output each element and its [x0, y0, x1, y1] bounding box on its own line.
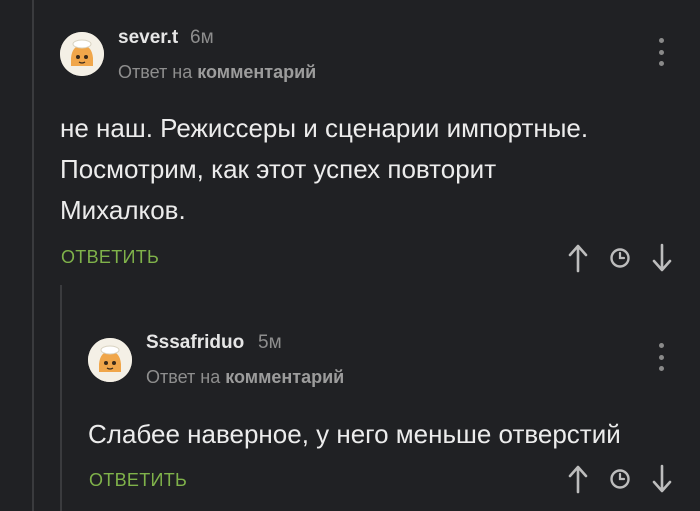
arrow-down-icon[interactable]	[651, 243, 673, 273]
arrow-up-icon[interactable]	[567, 243, 589, 273]
arrow-down-icon[interactable]	[651, 464, 673, 494]
reply-to-info: Ответ на комментарий	[146, 367, 344, 388]
cartoon-avatar-icon	[60, 32, 104, 76]
reply-button[interactable]: ОТВЕТИТЬ	[89, 470, 187, 491]
clock-icon[interactable]	[609, 468, 631, 490]
arrow-up-icon[interactable]	[567, 464, 589, 494]
more-options-icon[interactable]	[657, 38, 665, 66]
reply-to-info: Ответ на комментарий	[118, 62, 316, 83]
thread-line	[32, 0, 34, 511]
timestamp: 5м	[258, 332, 282, 353]
username[interactable]: Sssafriduo	[146, 332, 244, 354]
comment-text: не наш. Режиссеры и сценарии импортные. …	[60, 108, 588, 231]
avatar[interactable]	[60, 32, 104, 76]
timestamp: 6м	[190, 27, 214, 48]
clock-icon[interactable]	[609, 247, 631, 269]
avatar[interactable]	[88, 338, 132, 382]
username[interactable]: sever.t	[118, 27, 178, 49]
thread-line-nested	[60, 285, 62, 511]
vote-actions	[563, 243, 675, 273]
comment-text-line: не наш. Режиссеры и сценарии импортные.	[60, 113, 589, 143]
comment-text-line: Слабее наверное, у него меньше отверстий	[88, 419, 621, 449]
comment-text: Слабее наверное, у него меньше отверстий	[88, 414, 621, 455]
reply-target-link[interactable]: комментарий	[197, 62, 316, 82]
reply-prefix: Ответ на	[146, 367, 221, 387]
reply-button[interactable]: ОТВЕТИТЬ	[61, 247, 159, 268]
more-options-icon[interactable]	[657, 343, 665, 371]
comment-text-line: Посмотрим, как этот успех повторит	[60, 154, 497, 184]
cartoon-avatar-icon	[88, 338, 132, 382]
comment-text-line: Михалков.	[60, 195, 186, 225]
reply-prefix: Ответ на	[118, 62, 193, 82]
reply-target-link[interactable]: комментарий	[225, 367, 344, 387]
vote-actions	[563, 464, 675, 494]
